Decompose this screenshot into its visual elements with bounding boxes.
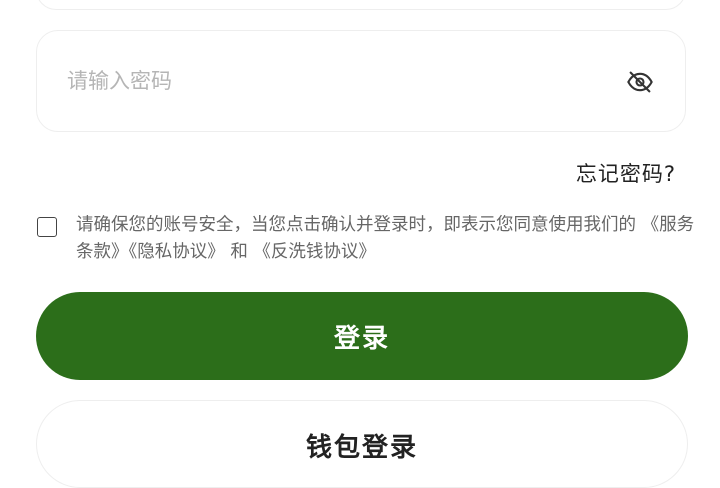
login-button[interactable]: 登录 xyxy=(36,292,688,380)
wallet-login-button[interactable]: 钱包登录 xyxy=(36,400,688,488)
agreement-conjunction: 和 xyxy=(230,242,248,262)
password-field[interactable] xyxy=(36,30,686,132)
password-input[interactable] xyxy=(67,63,587,99)
aml-link[interactable]: 《反洗钱协议》 xyxy=(253,242,376,262)
forgot-password-link[interactable]: 忘记密码? xyxy=(576,158,676,188)
agreement-text: 请确保您的账号安全，当您点击确认并登录时，即表示您同意使用我们的 《服务条款》《… xyxy=(76,212,696,266)
eye-off-icon[interactable] xyxy=(625,67,655,97)
agreement-checkbox[interactable] xyxy=(37,217,57,237)
agreement-prefix: 请确保您的账号安全，当您点击确认并登录时，即表示您同意使用我们的 xyxy=(76,215,636,235)
username-field[interactable] xyxy=(36,0,686,10)
privacy-link[interactable]: 《隐私协议》 xyxy=(129,242,225,262)
